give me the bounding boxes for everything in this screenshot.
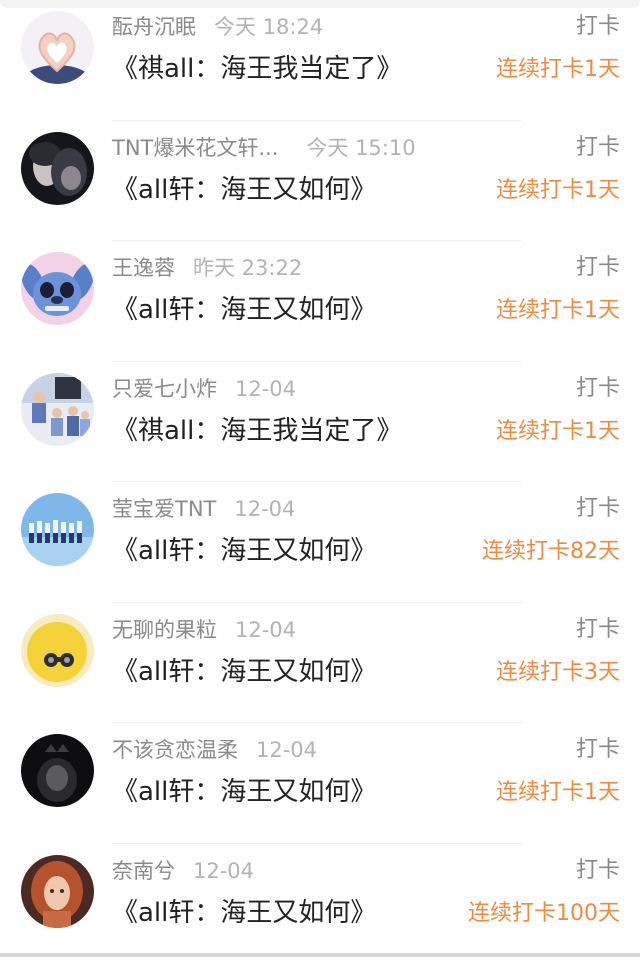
streak-label: 连续打卡1天 (496, 778, 620, 808)
streak-label: 连续打卡1天 (496, 176, 620, 206)
user-name[interactable]: 只爱七小炸 (112, 377, 217, 401)
post-time: 今天 18:24 (214, 15, 323, 39)
dark-portrait-avatar[interactable] (21, 132, 94, 205)
redhead-girl-avatar[interactable] (21, 855, 94, 928)
list-item[interactable]: 莹宝爱TNT 12-04 《all轩：海王又如何》 打卡 连续打卡82天 (0, 482, 640, 603)
streak-label: 连续打卡100天 (468, 899, 620, 929)
checkin-label: 打卡 (576, 495, 620, 523)
list-item[interactable]: 酝舟沉眠今天 18:24 《祺all：海王我当定了》 打卡 连续打卡1天 (0, 0, 640, 121)
list-item[interactable]: 不该贪恋温柔 12-04 《all轩：海王又如何》 打卡 连续打卡1天 (0, 723, 640, 844)
user-name[interactable]: 酝舟沉眠 (112, 15, 196, 39)
book-title[interactable]: 《all轩：海王又如何》 (112, 775, 376, 809)
checkin-label: 打卡 (576, 857, 620, 885)
item-meta: 无聊的果粒 12-04 (112, 616, 296, 646)
streak-label: 连续打卡1天 (496, 296, 620, 326)
bottom-edge (0, 953, 640, 957)
item-meta: 王逸蓉昨天 23:22 (112, 254, 302, 284)
user-name[interactable]: 奈南兮 (112, 859, 175, 883)
user-name[interactable]: 王逸蓉 (112, 256, 175, 280)
book-title[interactable]: 《all轩：海王又如何》 (112, 293, 376, 327)
item-meta: 莹宝爱TNT 12-04 (112, 495, 295, 525)
book-title[interactable]: 《all轩：海王又如何》 (112, 534, 376, 568)
book-title[interactable]: 《all轩：海王又如何》 (112, 655, 376, 689)
list-item[interactable]: TNT爆米花文轩... 今天 15:10 《all轩：海王又如何》 打卡 连续打卡… (0, 121, 640, 242)
checkin-label: 打卡 (576, 13, 620, 41)
user-name[interactable]: TNT爆米花文轩... (112, 136, 278, 160)
dark-crown-avatar[interactable] (21, 734, 94, 807)
user-name[interactable]: 无聊的果粒 (112, 618, 217, 642)
post-time: 12-04 (193, 859, 254, 883)
streak-label: 连续打卡3天 (496, 658, 620, 688)
book-title[interactable]: 《all轩：海王又如何》 (112, 173, 376, 207)
item-meta: 奈南兮 12-04 (112, 857, 254, 887)
checkin-label: 打卡 (576, 736, 620, 764)
post-time: 12-04 (235, 618, 296, 642)
item-meta: 只爱七小炸 12-04 (112, 375, 296, 405)
list-item[interactable]: 王逸蓉昨天 23:22 《all轩：海王又如何》 打卡 连续打卡1天 (0, 241, 640, 362)
checkin-label: 打卡 (576, 134, 620, 162)
yellow-chick-avatar[interactable] (21, 614, 94, 687)
item-meta: 不该贪恋温柔 12-04 (112, 736, 317, 766)
post-time: 今天 15:10 (306, 136, 415, 160)
book-title[interactable]: 《祺all：海王我当定了》 (112, 414, 402, 448)
list-item[interactable]: 奈南兮 12-04 《all轩：海王又如何》 打卡 连续打卡100天 (0, 844, 640, 964)
post-time: 12-04 (234, 497, 295, 521)
checkin-list: 酝舟沉眠今天 18:24 《祺all：海王我当定了》 打卡 连续打卡1天 TNT… (0, 0, 640, 964)
checkin-label: 打卡 (576, 616, 620, 644)
post-time: 12-04 (235, 377, 296, 401)
sky-group-avatar[interactable] (21, 493, 94, 566)
checkin-label: 打卡 (576, 375, 620, 403)
streak-label: 连续打卡1天 (496, 55, 620, 85)
item-meta: 酝舟沉眠今天 18:24 (112, 13, 323, 43)
streak-label: 连续打卡82天 (482, 537, 620, 567)
item-meta: TNT爆米花文轩... 今天 15:10 (112, 134, 416, 164)
streak-label: 连续打卡1天 (496, 417, 620, 447)
list-item[interactable]: 无聊的果粒 12-04 《all轩：海王又如何》 打卡 连续打卡3天 (0, 603, 640, 724)
group-photo-avatar[interactable] (21, 373, 94, 446)
post-time: 12-04 (256, 738, 317, 762)
checkin-label: 打卡 (576, 254, 620, 282)
user-name[interactable]: 莹宝爱TNT (112, 497, 216, 521)
heart-hands-avatar[interactable] (21, 11, 94, 84)
user-name[interactable]: 不该贪恋温柔 (112, 738, 238, 762)
book-title[interactable]: 《all轩：海王又如何》 (112, 896, 376, 930)
stitch-avatar[interactable] (21, 252, 94, 325)
post-time: 昨天 23:22 (193, 256, 302, 280)
list-item[interactable]: 只爱七小炸 12-04 《祺all：海王我当定了》 打卡 连续打卡1天 (0, 362, 640, 483)
book-title[interactable]: 《祺all：海王我当定了》 (112, 52, 402, 86)
